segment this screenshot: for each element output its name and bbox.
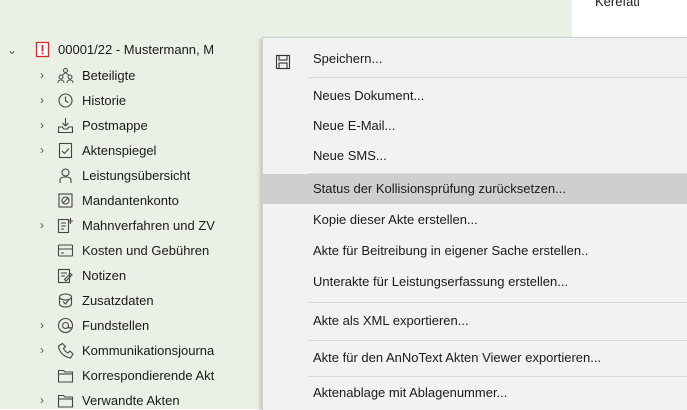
history-icon xyxy=(57,92,74,109)
tree-item-label: Leistungsübersicht xyxy=(82,168,191,183)
chevron-right-icon[interactable]: › xyxy=(36,138,48,163)
tree-item-label: Aktenspiegel xyxy=(82,143,157,158)
tree-item-label: Kommunikationsjourna xyxy=(82,343,215,358)
menu-item-new-document[interactable]: Neues Dokument... xyxy=(263,81,687,111)
inbox-icon xyxy=(57,117,74,134)
at-icon xyxy=(57,317,74,334)
tree-item-label: Notizen xyxy=(82,268,127,283)
menu-item-export-viewer[interactable]: Akte für den AnNoText Akten Viewer expor… xyxy=(263,343,687,373)
folder-icon xyxy=(57,392,74,409)
chevron-right-icon[interactable]: › xyxy=(36,213,48,238)
menu-item-new-email[interactable]: Neue E-Mail... xyxy=(263,111,687,141)
right-header-text: Kerefati xyxy=(595,0,640,9)
chevron-right-icon[interactable]: › xyxy=(36,313,48,338)
tree-item-label: Mandantenkonto xyxy=(82,193,179,208)
tree-item-label: Korrespondierende Akt xyxy=(82,368,215,383)
menu-item-reset-collision-check[interactable]: Status der Kollisionsprüfung zurücksetze… xyxy=(263,174,687,204)
menu-item-new-sms[interactable]: Neue SMS... xyxy=(263,141,687,171)
dunning-icon xyxy=(57,217,74,234)
save-icon xyxy=(275,51,291,70)
menu-item-archive[interactable]: Aktenablage mit Ablagenummer... xyxy=(263,378,687,408)
services-icon xyxy=(57,167,74,184)
costs-icon xyxy=(57,242,74,259)
chevron-down-icon[interactable]: ⌄ xyxy=(6,37,18,63)
menu-separator xyxy=(309,376,687,377)
tree-item-label: Kosten und Gebühren xyxy=(82,243,210,258)
menu-item-subfile[interactable]: Unterakte für Leistungserfassung erstell… xyxy=(263,267,687,297)
chevron-right-icon[interactable]: › xyxy=(36,113,48,138)
tree-item-label: Zusatzdaten xyxy=(82,293,154,308)
folder-icon xyxy=(57,367,74,384)
communication-icon xyxy=(57,342,74,359)
tree-item-label: Verwandte Akten xyxy=(82,393,180,408)
tree-root-label: 00001/22 - Mustermann, M xyxy=(58,42,215,57)
menu-separator xyxy=(309,77,687,78)
checklist-icon xyxy=(57,142,74,159)
menu-separator xyxy=(309,340,687,341)
chevron-right-icon[interactable]: › xyxy=(36,63,48,88)
menu-item-copy-file[interactable]: Kopie dieser Akte erstellen... xyxy=(263,205,687,235)
chevron-right-icon[interactable]: › xyxy=(36,338,48,363)
tree-item-label: Beteiligte xyxy=(82,68,136,83)
tree-item-label: Fundstellen xyxy=(82,318,150,333)
notes-icon xyxy=(57,267,74,284)
chevron-right-icon[interactable]: › xyxy=(36,88,48,113)
context-menu: Speichern... Neues Dokument... Neue E-Ma… xyxy=(262,37,687,410)
tree-item-label: Postmappe xyxy=(82,118,148,133)
tree-item-label: Historie xyxy=(82,93,127,108)
menu-separator xyxy=(309,302,687,303)
chevron-right-icon[interactable]: › xyxy=(36,388,48,409)
people-icon xyxy=(57,67,74,84)
extra-data-icon xyxy=(57,292,74,309)
tree-item-label: Mahnverfahren und ZV xyxy=(82,218,215,233)
menu-item-save[interactable]: Speichern... xyxy=(263,44,687,74)
alert-file-icon xyxy=(34,41,51,58)
menu-item-recovery-file[interactable]: Akte für Beitreibung in eigener Sache er… xyxy=(263,236,687,266)
menu-item-export-xml[interactable]: Akte als XML exportieren... xyxy=(263,306,687,336)
account-icon xyxy=(57,192,74,209)
